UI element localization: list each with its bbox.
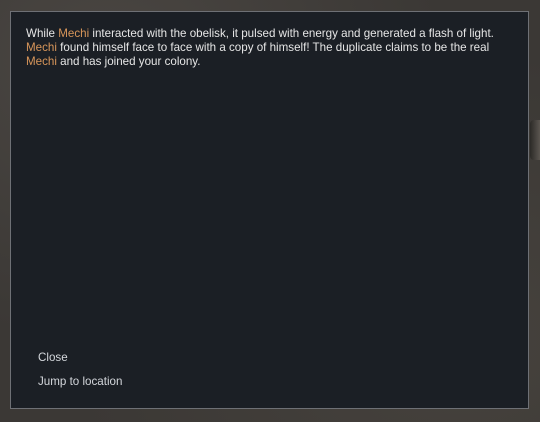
colonist-name: Mechi <box>58 27 90 40</box>
event-letter-dialog: While Mechi interacted with the obelisk,… <box>10 11 529 409</box>
message-text: found himself face to face with a copy o… <box>56 40 490 54</box>
close-option[interactable]: Close <box>38 351 68 364</box>
message-text: While <box>26 27 59 40</box>
jump-to-location-option[interactable]: Jump to location <box>38 375 122 388</box>
background-figure-edge <box>530 120 540 160</box>
colonist-name: Mechi <box>26 40 57 54</box>
message-text: and has joined your colony. <box>56 54 201 68</box>
event-message: While Mechi interacted with the obelisk,… <box>26 27 506 68</box>
colonist-name: Mechi <box>26 54 57 68</box>
message-text: interacted with the obelisk, it pulsed w… <box>89 27 494 40</box>
